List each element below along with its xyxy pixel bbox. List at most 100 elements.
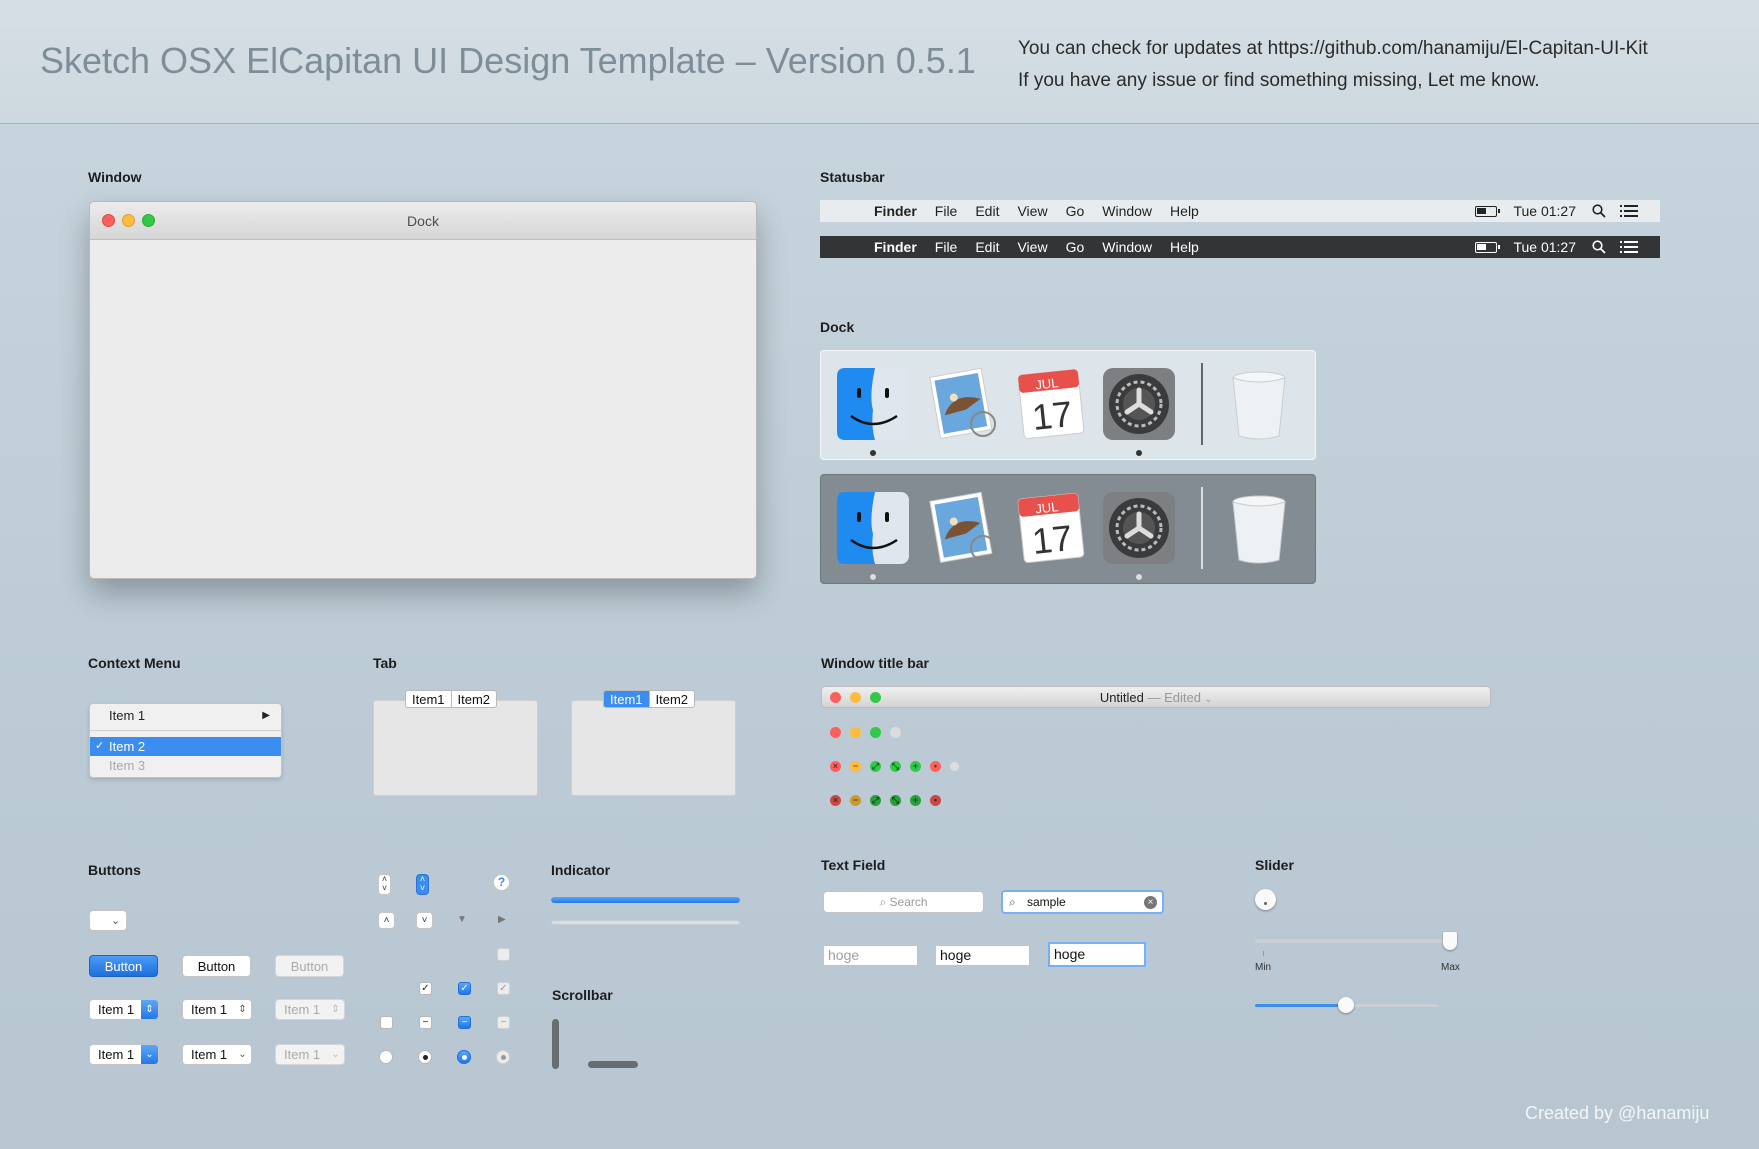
calendar-icon[interactable]: JUL 17 [1013, 366, 1089, 442]
circular-slider[interactable] [1255, 889, 1276, 910]
context-menu-item-1[interactable]: Item 1 ▶ [90, 706, 281, 725]
pulldown-menu[interactable]: Item 1 ⌄ [182, 1044, 252, 1065]
clear-search-icon[interactable]: × [1144, 896, 1157, 909]
running-indicator [870, 450, 876, 456]
exit-fullscreen-pressed-icon[interactable]: ⤡ [890, 795, 901, 806]
disclosure-triangle-down-icon[interactable]: ▼ [457, 914, 467, 925]
fullscreen-pressed-icon[interactable]: ⤢ [870, 795, 881, 806]
menu-help[interactable]: Help [1170, 203, 1199, 219]
tab-item-2[interactable]: Item2 [648, 691, 695, 707]
radio-selected[interactable] [418, 1050, 432, 1064]
close-hover-icon[interactable]: × [830, 761, 841, 772]
chevron-down-icon[interactable]: ˅ [416, 912, 433, 929]
tab-item-1[interactable]: Item1 [604, 691, 649, 707]
stepper-focused[interactable]: ˄ ˅ [416, 874, 429, 895]
menu-app-finder[interactable]: Finder [874, 239, 917, 255]
tab-item-2[interactable]: Item2 [450, 691, 497, 707]
calendar-month: JUL [1035, 499, 1060, 516]
menu-view[interactable]: View [1017, 203, 1047, 219]
text-field-focused[interactable]: hoge [1048, 942, 1146, 967]
default-button[interactable]: Button [89, 955, 158, 977]
checkbox-mixed-focused[interactable]: − [458, 1016, 471, 1029]
search-field-focused[interactable]: ⌕ sample × [1001, 890, 1164, 914]
minimize-hover-icon[interactable]: − [850, 761, 861, 772]
ticked-slider-knob[interactable] [1443, 932, 1457, 950]
zoom-button[interactable] [870, 727, 881, 738]
calendar-icon[interactable]: JUL 17 [1013, 490, 1089, 566]
exit-fullscreen-hover-icon[interactable]: ⤡ [890, 761, 901, 772]
text-field[interactable]: hoge [935, 945, 1030, 966]
system-preferences-icon[interactable] [1101, 490, 1177, 566]
close-unsaved-icon[interactable]: • [930, 761, 941, 772]
pulldown-button[interactable]: ⌄ [89, 910, 127, 931]
notification-center-icon[interactable] [1620, 240, 1638, 254]
close-pressed-icon[interactable]: × [830, 795, 841, 806]
horizontal-scrollbar-thumb[interactable] [588, 1061, 638, 1068]
menu-edit[interactable]: Edit [975, 203, 999, 219]
notification-center-icon[interactable] [1620, 204, 1638, 218]
checkbox-checked[interactable]: ✓ [419, 982, 432, 995]
popup-value: Item 1 [191, 1002, 228, 1017]
menu-file[interactable]: File [935, 239, 958, 255]
document-title[interactable]: Untitled — Edited ⌄ [822, 690, 1490, 705]
system-preferences-icon[interactable] [1101, 366, 1177, 442]
chevron-down-icon: ⌄ [331, 1049, 340, 1060]
clock[interactable]: Tue 01:27 [1513, 239, 1576, 255]
chevron-up-icon[interactable]: ˄ [378, 912, 395, 929]
checkbox-disabled [497, 948, 510, 961]
menu-go[interactable]: Go [1066, 239, 1085, 255]
radio-unselected[interactable] [379, 1050, 393, 1064]
disclosure-triangle-right-icon[interactable]: ▶ [498, 914, 506, 925]
checkbox-mixed[interactable]: − [419, 1016, 432, 1029]
close-unsaved-pressed-icon[interactable]: • [930, 795, 941, 806]
menu-go[interactable]: Go [1066, 203, 1085, 219]
zoom-pressed-icon[interactable]: + [910, 795, 921, 806]
battery-icon[interactable] [1475, 205, 1501, 217]
progress-fill [551, 897, 740, 903]
close-button[interactable] [830, 727, 841, 738]
menu-help[interactable]: Help [1170, 239, 1199, 255]
fullscreen-hover-icon[interactable]: ⤢ [870, 761, 881, 772]
slider-knob[interactable] [1338, 997, 1354, 1013]
window[interactable]: Dock [89, 201, 757, 579]
zoom-hover-icon[interactable]: + [910, 761, 921, 772]
menu-app-finder[interactable]: Finder [874, 203, 917, 219]
menu-edit[interactable]: Edit [975, 239, 999, 255]
spotlight-search-icon[interactable] [1592, 240, 1606, 254]
ticked-slider-track[interactable] [1255, 939, 1453, 943]
clock[interactable]: Tue 01:27 [1513, 203, 1576, 219]
context-menu-item-2[interactable]: ✓ Item 2 [90, 737, 281, 756]
menu-window[interactable]: Window [1102, 203, 1152, 219]
popup-button[interactable]: Item 1 ⇕ [182, 999, 252, 1020]
menu-window[interactable]: Window [1102, 239, 1152, 255]
checkbox-unchecked[interactable] [380, 1016, 393, 1029]
popup-button-focused[interactable]: Item 1 ⇕ [89, 999, 159, 1020]
window-titlebar[interactable]: Dock [90, 202, 756, 240]
push-button[interactable]: Button [182, 955, 251, 977]
menu-file[interactable]: File [935, 203, 958, 219]
mail-icon[interactable] [925, 366, 1001, 442]
trash-icon[interactable] [1221, 490, 1297, 566]
section-label-text-field: Text Field [821, 857, 886, 873]
pulldown-menu-focused[interactable]: Item 1 ⌄ [89, 1044, 159, 1065]
vertical-scrollbar-thumb[interactable] [552, 1019, 559, 1069]
radio-selected-focused[interactable] [457, 1050, 471, 1064]
tab-item-1[interactable]: Item1 [406, 691, 451, 707]
trash-icon[interactable] [1221, 366, 1297, 442]
finder-icon[interactable] [835, 366, 911, 442]
finder-icon[interactable] [835, 490, 911, 566]
battery-icon[interactable] [1475, 241, 1501, 253]
stepper[interactable]: ˄ ˅ [378, 874, 391, 895]
minimize-pressed-icon[interactable]: − [850, 795, 861, 806]
inactive-button [890, 727, 901, 738]
mail-icon[interactable] [925, 490, 1001, 566]
menubar-dark: Finder File Edit View Go Window Help Tue… [820, 236, 1660, 258]
help-icon[interactable]: ? [493, 874, 510, 891]
checkbox-checked-focused[interactable]: ✓ [458, 982, 471, 995]
window-title-bar[interactable]: Untitled — Edited ⌄ [821, 686, 1491, 708]
minimize-button[interactable] [850, 727, 861, 738]
text-field-placeholder[interactable]: hoge [823, 945, 918, 966]
spotlight-search-icon[interactable] [1592, 204, 1606, 218]
search-field[interactable]: ⌕ Search [823, 891, 984, 913]
menu-view[interactable]: View [1017, 239, 1047, 255]
